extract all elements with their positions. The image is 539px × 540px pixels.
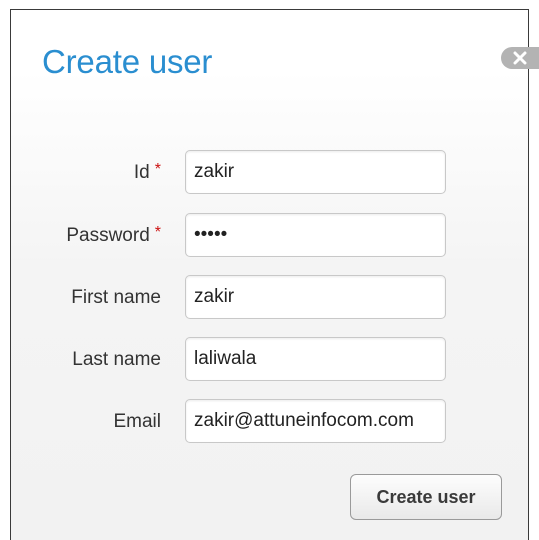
- email-row: Email: [11, 399, 530, 443]
- last-name-input[interactable]: [185, 337, 446, 381]
- first-name-input[interactable]: [185, 275, 446, 319]
- password-row: Password *: [11, 213, 530, 257]
- password-input[interactable]: [185, 213, 446, 257]
- last-name-label: Last name: [72, 349, 161, 370]
- id-input[interactable]: [185, 150, 446, 194]
- close-icon: [513, 51, 527, 65]
- last-name-row: Last name: [11, 337, 530, 381]
- password-label: Password *: [66, 224, 161, 246]
- first-name-label: First name: [71, 287, 161, 308]
- id-row: Id *: [11, 150, 530, 194]
- email-input[interactable]: [185, 399, 446, 443]
- create-user-button[interactable]: Create user: [350, 474, 502, 520]
- required-marker: *: [154, 224, 161, 241]
- create-user-dialog: Create user Id* Password* First name Las…: [10, 9, 539, 540]
- email-label: Email: [113, 411, 161, 432]
- first-name-row: First name: [11, 275, 530, 319]
- required-marker: *: [154, 161, 161, 178]
- close-button[interactable]: [501, 47, 539, 69]
- id-label: Id *: [133, 161, 161, 183]
- dialog-title: Create user: [42, 43, 213, 80]
